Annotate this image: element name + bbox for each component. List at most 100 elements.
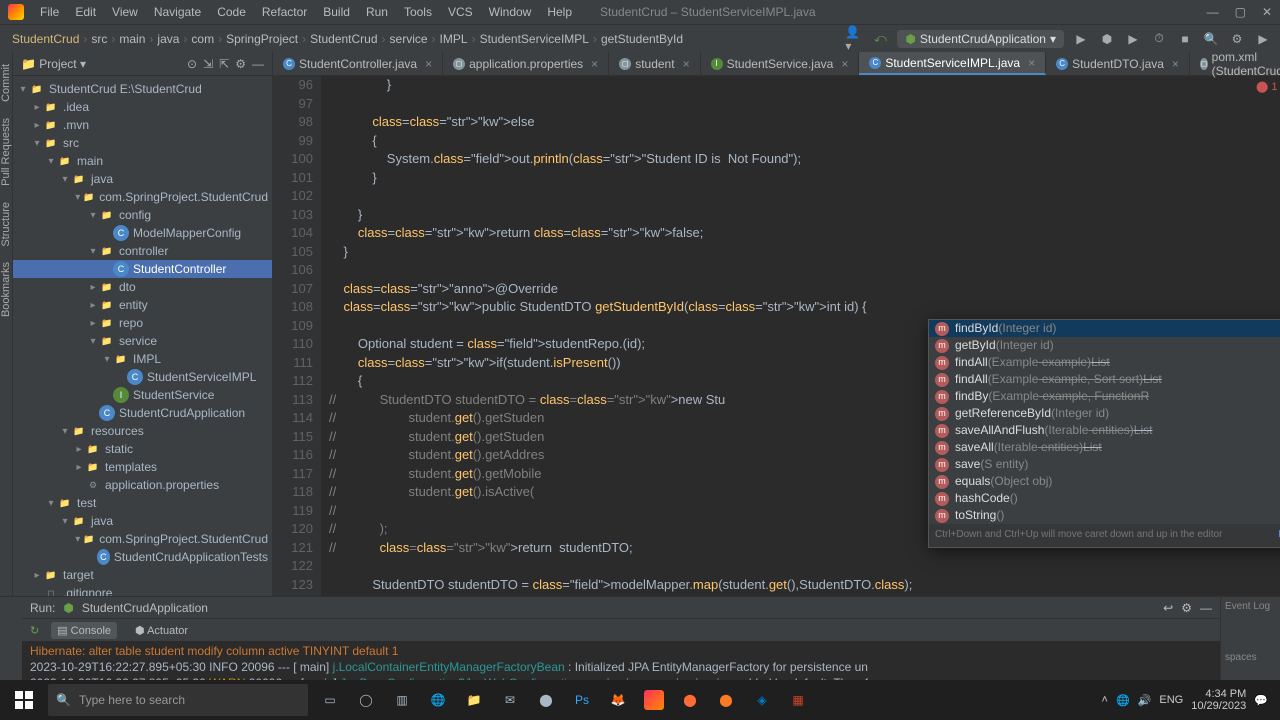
- completion-item[interactable]: msave(S entity)S: [929, 456, 1280, 473]
- completion-item[interactable]: msaveAllAndFlush(Iterable entities)List: [929, 422, 1280, 439]
- start-button[interactable]: [4, 680, 44, 720]
- intellij-icon[interactable]: [636, 682, 672, 718]
- debug-icon[interactable]: ⬢: [1098, 30, 1116, 48]
- tray-clock[interactable]: 4:34 PM 10/29/2023: [1191, 688, 1246, 712]
- menu-file[interactable]: File: [32, 5, 67, 19]
- tree-item[interactable]: ◻.gitignore: [13, 584, 272, 596]
- menu-vcs[interactable]: VCS: [440, 5, 481, 19]
- build-icon[interactable]: ⤺: [871, 30, 889, 48]
- tab-close-icon[interactable]: ×: [1028, 56, 1035, 70]
- tab-close-icon[interactable]: ×: [591, 57, 598, 71]
- menu-view[interactable]: View: [104, 5, 146, 19]
- postman-icon[interactable]: ⬤: [672, 682, 708, 718]
- tab-close-icon[interactable]: ×: [425, 57, 432, 71]
- completion-item[interactable]: mfindById(Integer id)Optional: [929, 320, 1280, 337]
- panel-gear-icon[interactable]: ⚙: [1181, 601, 1192, 615]
- powerpoint-icon[interactable]: ▦: [780, 682, 816, 718]
- tree-item[interactable]: ▾📁src: [13, 134, 272, 152]
- task-view-icon[interactable]: ▭: [312, 682, 348, 718]
- explorer-icon[interactable]: 📁: [456, 682, 492, 718]
- chrome-icon[interactable]: ⬤: [528, 682, 564, 718]
- tree-item[interactable]: CStudentCrudApplicationTests: [13, 548, 272, 566]
- breadcrumb[interactable]: StudentCrud: [8, 32, 83, 46]
- tab-actuator[interactable]: ⬢ Actuator: [129, 622, 194, 639]
- tree-item[interactable]: ▾📁config: [13, 206, 272, 224]
- breadcrumb[interactable]: SpringProject: [222, 32, 302, 46]
- tray-volume-icon[interactable]: 🔊: [1138, 694, 1152, 707]
- tray-language[interactable]: ENG: [1159, 694, 1183, 706]
- panel-hide-icon[interactable]: —: [1200, 601, 1212, 615]
- breadcrumb[interactable]: com: [187, 32, 218, 46]
- user-icon[interactable]: 👤▾: [845, 30, 863, 48]
- tree-item[interactable]: ▸📁.idea: [13, 98, 272, 116]
- coverage-icon[interactable]: ▶: [1124, 30, 1142, 48]
- gear-icon[interactable]: ⚙: [235, 57, 246, 71]
- tree-item[interactable]: ▾📁main: [13, 152, 272, 170]
- editor-tab[interactable]: IStudentService.java×: [701, 52, 860, 75]
- tree-item[interactable]: CModelMapperConfig: [13, 224, 272, 242]
- profile-icon[interactable]: ⏱: [1150, 30, 1168, 48]
- tree-item[interactable]: ▾📁IMPL: [13, 350, 272, 368]
- settings-icon[interactable]: ⚙: [1228, 30, 1246, 48]
- photoshop-icon[interactable]: Ps: [564, 682, 600, 718]
- breadcrumb[interactable]: getStudentById: [597, 32, 687, 46]
- tree-item[interactable]: ▾📁StudentCrud E:\StudentCrud: [13, 80, 272, 98]
- firefox-icon[interactable]: 🦊: [600, 682, 636, 718]
- tree-item[interactable]: ▾📁service: [13, 332, 272, 350]
- tab-close-icon[interactable]: ×: [841, 57, 848, 71]
- completion-item[interactable]: mhashCode()int: [929, 490, 1280, 507]
- menu-run[interactable]: Run: [358, 5, 396, 19]
- tab-console[interactable]: ▤ Console: [51, 622, 117, 639]
- run-config-selector[interactable]: ⬢ StudentCrudApplication ▾: [897, 30, 1064, 48]
- tree-item[interactable]: ▸📁entity: [13, 296, 272, 314]
- editor-tab[interactable]: CStudentServiceIMPL.java×: [859, 52, 1046, 75]
- soft-wrap-icon[interactable]: ↩: [1163, 601, 1173, 615]
- vscode-icon[interactable]: ◈: [744, 682, 780, 718]
- taskbar-app-icon[interactable]: ▥: [384, 682, 420, 718]
- tree-item[interactable]: ▾📁java: [13, 512, 272, 530]
- tree-item[interactable]: ▸📁repo: [13, 314, 272, 332]
- rail-commit[interactable]: Commit: [0, 60, 12, 106]
- tree-item[interactable]: IStudentService: [13, 386, 272, 404]
- tree-item[interactable]: ▾📁java: [13, 170, 272, 188]
- rerun-icon[interactable]: ↻: [30, 624, 39, 637]
- tree-item[interactable]: ▾📁resources: [13, 422, 272, 440]
- project-tree[interactable]: ▾📁StudentCrud E:\StudentCrud▸📁.idea▸📁.mv…: [13, 76, 272, 596]
- breadcrumb[interactable]: service: [386, 32, 432, 46]
- maximize-icon[interactable]: ▢: [1235, 5, 1246, 19]
- tree-item[interactable]: ▾📁com.SpringProject.StudentCrud: [13, 530, 272, 548]
- code-editor[interactable]: ⬤ 1 ▲ 6 ▲ 3 ✓ 4 ^ ˅ 96979899100101102103…: [273, 76, 1280, 596]
- tree-item[interactable]: ▸📁dto: [13, 278, 272, 296]
- tree-item[interactable]: ⚙application.properties: [13, 476, 272, 494]
- editor-tab[interactable]: ◻pom.xml (StudentCrud)×: [1190, 52, 1280, 75]
- xampp-icon[interactable]: ⬤: [708, 682, 744, 718]
- menu-code[interactable]: Code: [209, 5, 254, 19]
- inspections-widget[interactable]: ⬤ 1 ▲ 6 ▲ 3 ✓ 4 ^ ˅: [1256, 78, 1280, 97]
- hide-icon[interactable]: —: [252, 57, 264, 71]
- completion-item[interactable]: mgetReferenceById(Integer id)Student: [929, 405, 1280, 422]
- completion-item[interactable]: mgetById(Integer id)Student: [929, 337, 1280, 354]
- cortana-icon[interactable]: ◯: [348, 682, 384, 718]
- edge-icon[interactable]: 🌐: [420, 682, 456, 718]
- editor-tab[interactable]: ◻application.properties×: [443, 52, 609, 75]
- editor-tab[interactable]: CStudentDTO.java×: [1046, 52, 1190, 75]
- expand-all-icon[interactable]: ⇲: [203, 57, 213, 71]
- tree-item[interactable]: ▸📁target: [13, 566, 272, 584]
- line-gutter[interactable]: 9697989910010110210310410510610710810911…: [273, 76, 321, 596]
- tree-item[interactable]: CStudentServiceIMPL: [13, 368, 272, 386]
- tree-item[interactable]: ▸📁.mvn: [13, 116, 272, 134]
- tree-item[interactable]: ▾📁com.SpringProject.StudentCrud: [13, 188, 272, 206]
- completion-item[interactable]: mtoString()String: [929, 507, 1280, 524]
- code-completion-popup[interactable]: mfindById(Integer id)OptionalmgetById(In…: [928, 319, 1280, 548]
- collapse-all-icon[interactable]: ⇱: [219, 57, 229, 71]
- breadcrumb[interactable]: java: [153, 32, 183, 46]
- breadcrumb[interactable]: main: [115, 32, 149, 46]
- run-icon[interactable]: ▶: [1072, 30, 1090, 48]
- tree-item[interactable]: CStudentCrudApplication: [13, 404, 272, 422]
- completion-item[interactable]: mfindAll(Example example)List: [929, 354, 1280, 371]
- tree-item[interactable]: ▾📁test: [13, 494, 272, 512]
- minimize-icon[interactable]: —: [1207, 5, 1219, 19]
- tab-close-icon[interactable]: ×: [683, 57, 690, 71]
- mail-icon[interactable]: ✉: [492, 682, 528, 718]
- tray-network-icon[interactable]: 🌐: [1116, 694, 1130, 707]
